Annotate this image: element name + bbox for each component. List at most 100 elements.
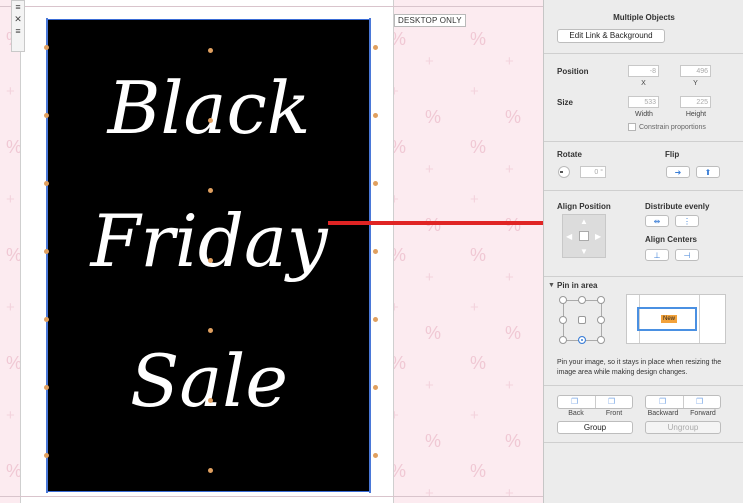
separator bbox=[544, 276, 743, 277]
position-y-input[interactable]: 496 bbox=[680, 65, 711, 77]
panel-title: Multiple Objects bbox=[613, 13, 675, 22]
percent-pattern-glyph: % bbox=[470, 29, 487, 49]
pin-dot[interactable] bbox=[597, 296, 605, 304]
align-left-icon[interactable]: ◀ bbox=[566, 232, 572, 241]
percent-pattern-glyph: % bbox=[470, 137, 487, 157]
rotate-dial[interactable] bbox=[558, 166, 570, 178]
plus-pattern-glyph: + bbox=[6, 299, 15, 316]
position-label: Position bbox=[557, 67, 589, 76]
pin-dot[interactable] bbox=[597, 316, 605, 324]
align-top-icon[interactable]: ▲ bbox=[580, 217, 588, 226]
banner-text-line-2[interactable]: Friday bbox=[48, 205, 370, 277]
segment-divider bbox=[683, 396, 684, 408]
resize-handle[interactable] bbox=[44, 385, 49, 390]
send-to-back-icon[interactable]: ❐ bbox=[571, 397, 578, 406]
distribute-vertical-button[interactable]: ⋮ bbox=[675, 215, 699, 227]
back-button-label[interactable]: Back bbox=[557, 410, 595, 417]
plus-pattern-glyph: + bbox=[505, 485, 514, 502]
rotate-input[interactable]: 0 ° bbox=[580, 166, 606, 178]
plus-pattern-glyph: + bbox=[425, 485, 434, 502]
separator bbox=[544, 385, 743, 386]
banner-text-line-1[interactable]: Black bbox=[48, 72, 370, 144]
resize-handle[interactable] bbox=[373, 385, 378, 390]
resize-handle[interactable] bbox=[208, 398, 213, 403]
resize-handle[interactable] bbox=[373, 249, 378, 254]
guide-line-bottom bbox=[0, 496, 543, 497]
pin-dot[interactable] bbox=[578, 296, 586, 304]
align-center-button[interactable] bbox=[579, 231, 589, 241]
flip-horizontal-button[interactable]: ➜ bbox=[666, 166, 690, 178]
backward-button-label[interactable]: Backward bbox=[643, 410, 683, 417]
backward-forward-segment: ❐ ❐ bbox=[645, 395, 721, 409]
resize-handle[interactable] bbox=[373, 113, 378, 118]
plus-pattern-glyph: + bbox=[470, 407, 479, 424]
align-position-pad[interactable]: ▲ ▼ ◀ ▶ bbox=[562, 214, 606, 258]
arrow-up-icon: ⬆ bbox=[704, 168, 712, 177]
close-icon[interactable]: ✕ bbox=[12, 13, 24, 25]
design-canvas[interactable]: %+%+%++%+%+%%+%+%++%+%+%%+%+%++%+%+%%+%+… bbox=[0, 0, 543, 503]
resize-handle[interactable] bbox=[44, 45, 49, 50]
width-label: Width bbox=[635, 111, 653, 118]
percent-pattern-glyph: % bbox=[505, 431, 522, 451]
resize-handle[interactable] bbox=[44, 453, 49, 458]
resize-handle[interactable] bbox=[44, 249, 49, 254]
group-button[interactable]: Group bbox=[557, 421, 633, 434]
plus-pattern-glyph: + bbox=[425, 161, 434, 178]
resize-handle[interactable] bbox=[44, 181, 49, 186]
bring-forward-icon[interactable]: ❐ bbox=[696, 397, 703, 406]
width-input[interactable]: 533 bbox=[628, 96, 659, 108]
resize-handle[interactable] bbox=[208, 258, 213, 263]
left-toolbar: ≡ ✕ ≡ bbox=[11, 0, 25, 52]
forward-button-label[interactable]: Forward bbox=[683, 410, 723, 417]
plus-pattern-glyph: + bbox=[505, 53, 514, 70]
edit-link-background-button[interactable]: Edit Link & Background bbox=[557, 29, 665, 43]
segment-divider bbox=[595, 396, 596, 408]
pin-dot[interactable] bbox=[578, 316, 586, 324]
align-centers-label: Align Centers bbox=[645, 235, 698, 244]
pin-dot[interactable] bbox=[597, 336, 605, 344]
resize-handle[interactable] bbox=[208, 468, 213, 473]
position-x-input[interactable]: -8 bbox=[628, 65, 659, 77]
resize-handle[interactable] bbox=[208, 328, 213, 333]
rotate-dial-pointer bbox=[560, 171, 563, 173]
rotate-label: Rotate bbox=[557, 150, 582, 159]
pin-description: Pin your image, so it stays in place whe… bbox=[557, 359, 722, 376]
percent-pattern-glyph: % bbox=[425, 107, 442, 127]
constrain-proportions-label: Constrain proportions bbox=[639, 124, 706, 131]
banner-text-line-3[interactable]: Sale bbox=[48, 345, 370, 417]
resize-handle[interactable] bbox=[208, 188, 213, 193]
send-backward-icon[interactable]: ❐ bbox=[659, 397, 666, 406]
resize-handle[interactable] bbox=[44, 317, 49, 322]
inspector-panel: Multiple Objects Edit Link & Background … bbox=[543, 0, 743, 503]
front-button-label[interactable]: Front bbox=[595, 410, 633, 417]
resize-handle[interactable] bbox=[373, 317, 378, 322]
pin-dot[interactable] bbox=[559, 296, 567, 304]
flip-vertical-button[interactable]: ⬆ bbox=[696, 166, 720, 178]
pin-dot-bottom-center-selected[interactable] bbox=[578, 336, 586, 344]
bring-to-front-icon[interactable]: ❐ bbox=[608, 397, 615, 406]
pin-dot[interactable] bbox=[559, 316, 567, 324]
resize-handle[interactable] bbox=[373, 453, 378, 458]
resize-handle[interactable] bbox=[373, 45, 378, 50]
flip-label: Flip bbox=[665, 150, 680, 159]
distribute-horizontal-button[interactable]: ⇹ bbox=[645, 215, 669, 227]
resize-handle[interactable] bbox=[44, 113, 49, 118]
resize-handle[interactable] bbox=[208, 48, 213, 53]
align-bottom-icon[interactable]: ▼ bbox=[580, 247, 588, 256]
align-right-icon[interactable]: ▶ bbox=[595, 232, 601, 241]
pin-position-grid[interactable] bbox=[559, 296, 605, 344]
height-input[interactable]: 225 bbox=[680, 96, 711, 108]
back-front-segment: ❐ ❐ bbox=[557, 395, 633, 409]
plus-pattern-glyph: + bbox=[425, 269, 434, 286]
pin-dot[interactable] bbox=[559, 336, 567, 344]
resize-handle[interactable] bbox=[208, 118, 213, 123]
align-center-horizontal-button[interactable]: ⊥ bbox=[645, 249, 669, 261]
ungroup-button[interactable]: Ungroup bbox=[645, 421, 721, 434]
resize-handle[interactable] bbox=[373, 181, 378, 186]
disclosure-triangle-icon[interactable]: ▼ bbox=[548, 282, 555, 289]
constrain-proportions-checkbox[interactable] bbox=[628, 123, 636, 131]
hamburger-icon[interactable]: ≡ bbox=[12, 25, 24, 37]
plus-pattern-glyph: + bbox=[425, 377, 434, 394]
align-center-vertical-button[interactable]: ⊣ bbox=[675, 249, 699, 261]
hamburger-icon[interactable]: ≡ bbox=[12, 1, 24, 13]
